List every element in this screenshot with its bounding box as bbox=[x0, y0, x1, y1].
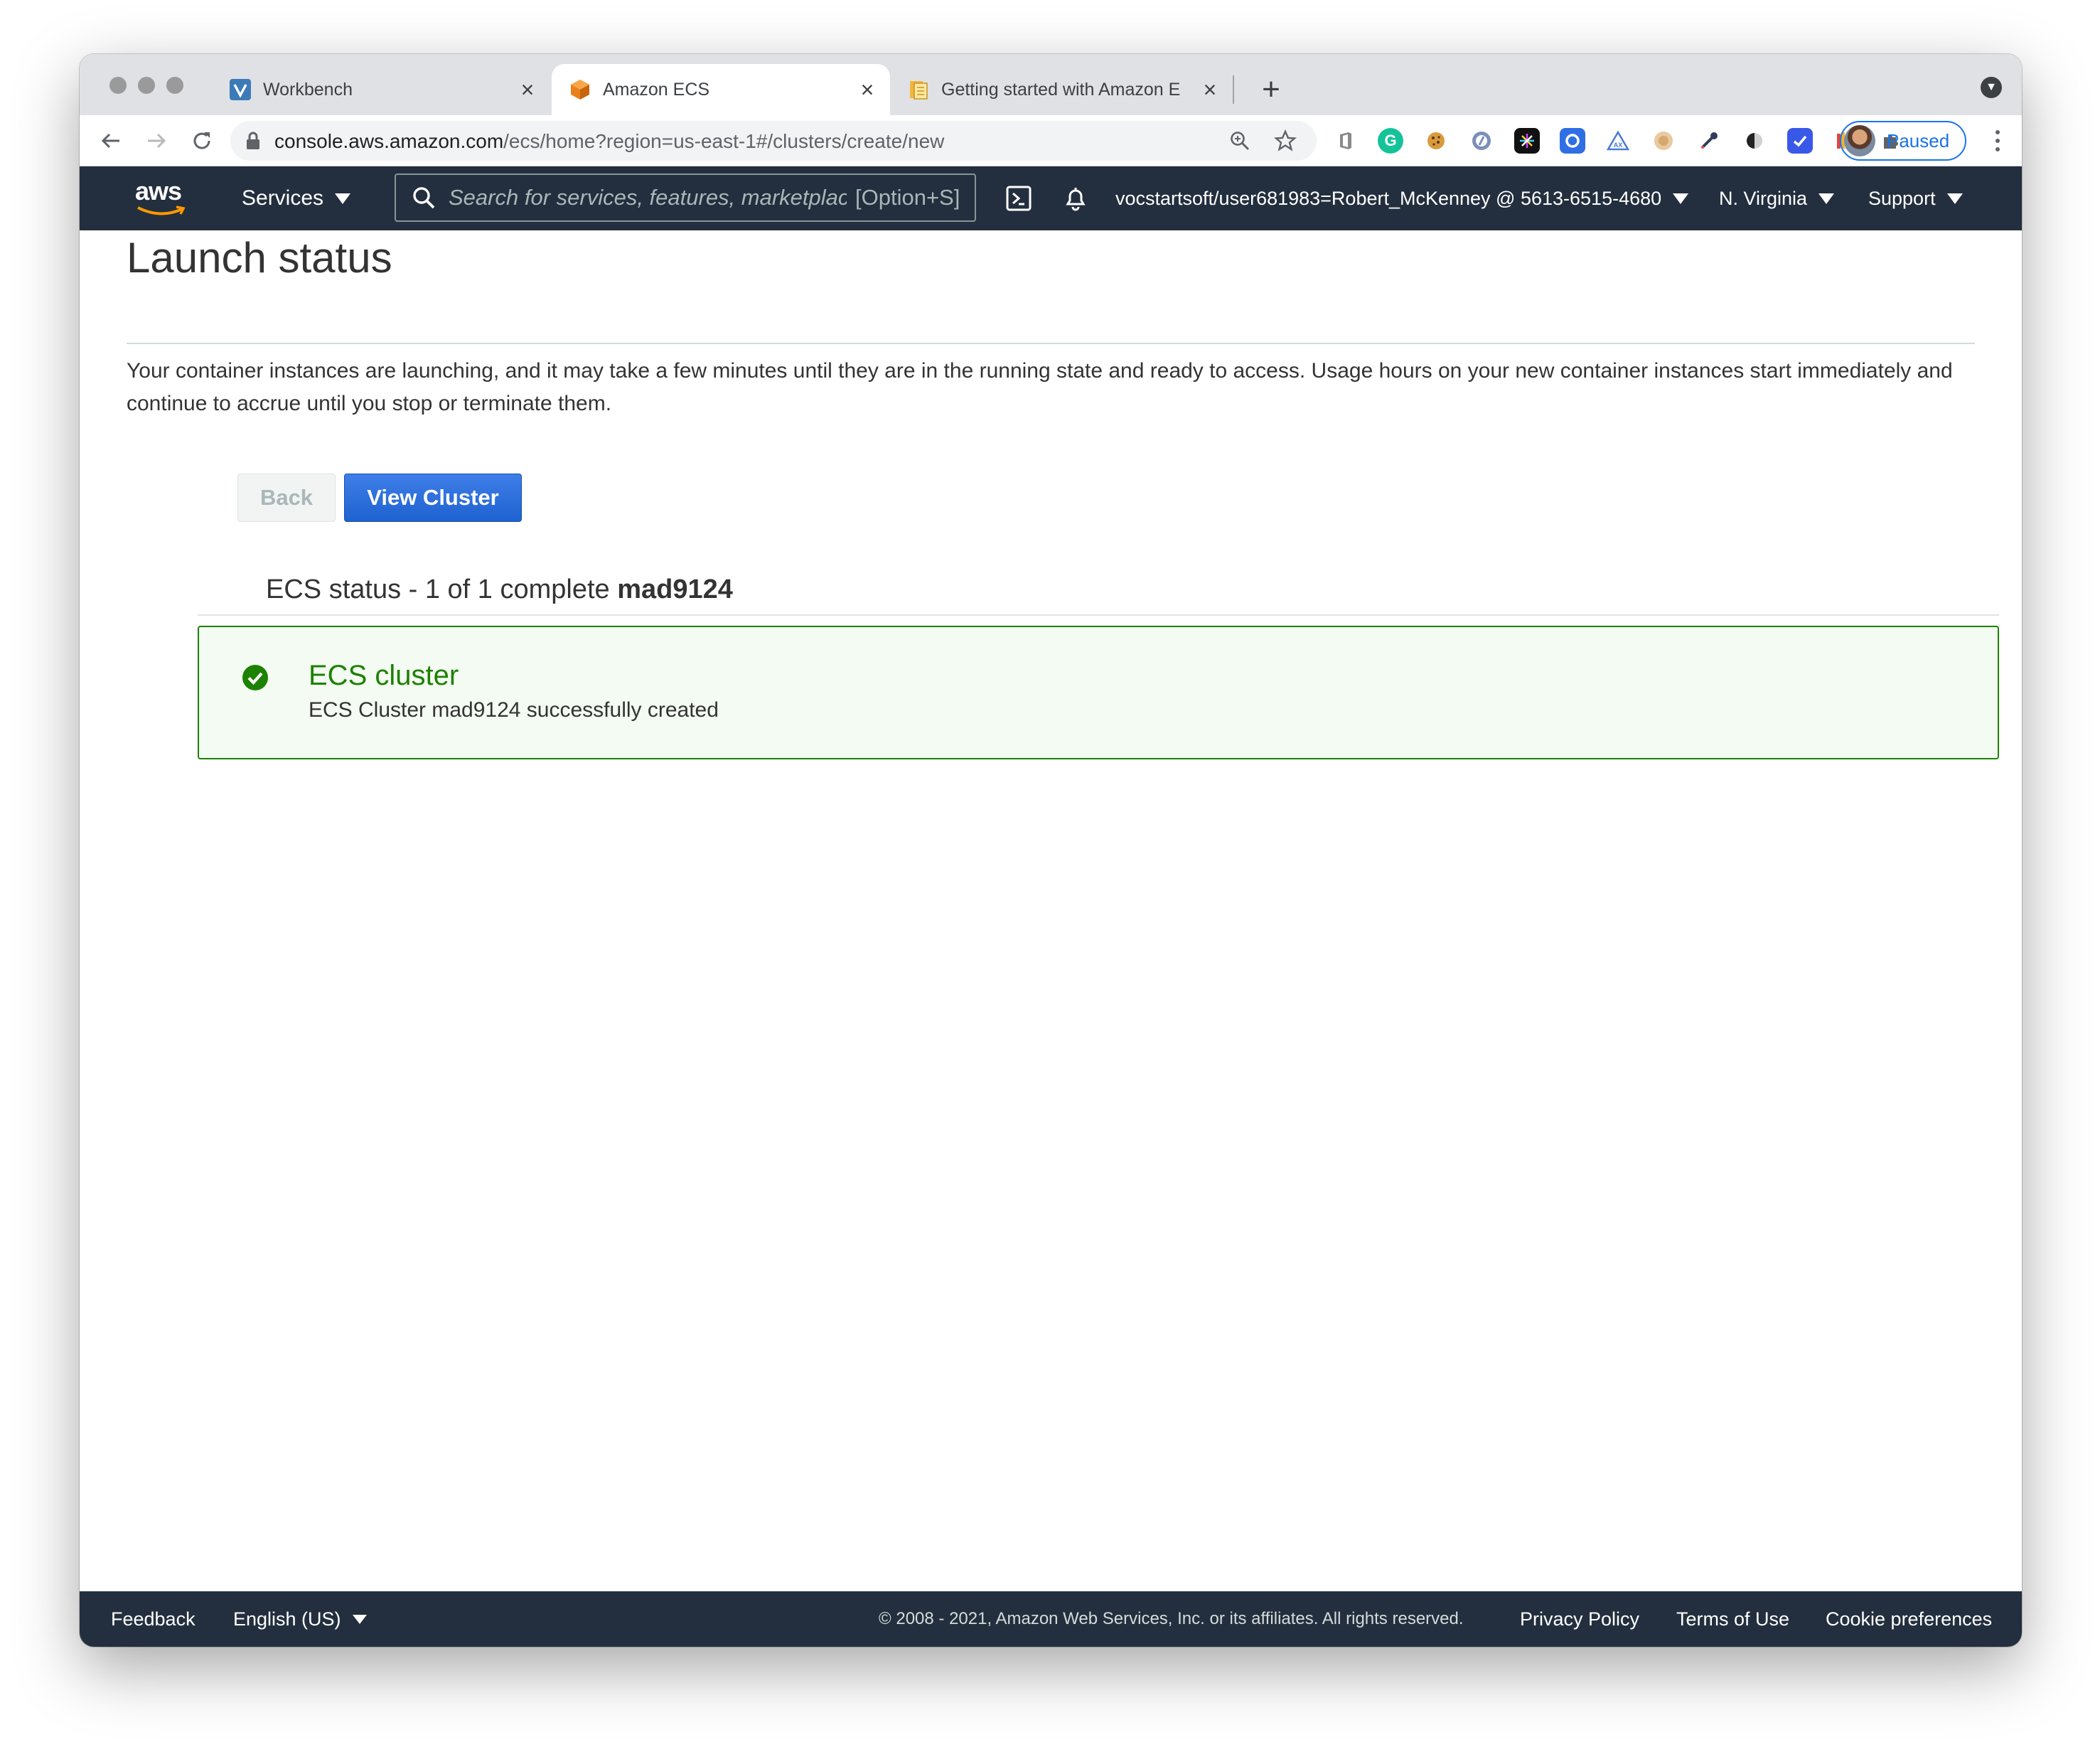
dark-mode-icon[interactable] bbox=[1742, 128, 1767, 154]
services-label: Services bbox=[242, 186, 324, 210]
terms-of-use-link[interactable]: Terms of Use bbox=[1676, 1591, 1789, 1647]
aws-cube-icon bbox=[569, 78, 591, 101]
privacy-policy-link[interactable]: Privacy Policy bbox=[1520, 1591, 1639, 1647]
tab-strip: Workbench × Amazon ECS × Getting started… bbox=[80, 54, 2022, 115]
support-label: Support bbox=[1868, 187, 1936, 209]
caret-down-icon bbox=[335, 193, 351, 204]
status-item-title: ECS cluster bbox=[309, 660, 459, 691]
search-shortcut-hint: [Option+S] bbox=[855, 185, 960, 210]
url-text: console.aws.amazon.com/ecs/home?region=u… bbox=[274, 130, 944, 153]
eyedropper-icon[interactable] bbox=[1696, 128, 1722, 154]
region-label: N. Virginia bbox=[1719, 187, 1808, 209]
ecs-status-heading: ECS status - 1 of 1 complete mad9124 bbox=[266, 575, 733, 605]
aws-logo-text: aws bbox=[135, 176, 182, 205]
back-arrow-icon[interactable] bbox=[94, 124, 128, 158]
status-divider bbox=[198, 614, 1999, 616]
address-bar[interactable]: console.aws.amazon.com/ecs/home?region=u… bbox=[230, 121, 1317, 161]
support-menu[interactable]: Support bbox=[1868, 166, 1963, 230]
office-extension-icon[interactable] bbox=[1332, 128, 1358, 154]
browser-menu-icon[interactable] bbox=[1983, 122, 2012, 159]
close-icon[interactable]: × bbox=[1197, 77, 1223, 102]
browser-toolbar: console.aws.amazon.com/ecs/home?region=u… bbox=[80, 115, 2022, 166]
triangle-extension-icon[interactable]: AX bbox=[1605, 128, 1631, 154]
cookie-icon[interactable] bbox=[1423, 128, 1449, 154]
square-extension-icon[interactable] bbox=[1560, 128, 1585, 154]
circle-extension-icon[interactable] bbox=[1469, 128, 1494, 154]
zoom-window-button[interactable] bbox=[166, 77, 183, 94]
tab-amazon-ecs[interactable]: Amazon ECS × bbox=[552, 64, 890, 115]
account-menu[interactable]: vocstartsoft/user681983=Robert_McKenney … bbox=[1115, 166, 1689, 230]
url-host: console.aws.amazon.com bbox=[274, 130, 504, 152]
notifications-bell-icon[interactable] bbox=[1059, 182, 1092, 215]
view-cluster-button[interactable]: View Cluster bbox=[344, 474, 522, 522]
tab-label: Amazon ECS bbox=[603, 79, 710, 100]
cloudshell-icon[interactable] bbox=[1002, 182, 1035, 215]
back-button[interactable]: Back bbox=[237, 474, 336, 522]
svg-text:AX: AX bbox=[1614, 141, 1623, 149]
avatar bbox=[1844, 125, 1875, 156]
caret-down-icon bbox=[352, 1614, 367, 1624]
tab-divider bbox=[1233, 75, 1234, 104]
forward-arrow-icon[interactable] bbox=[139, 124, 173, 158]
checkmark-extension-icon[interactable] bbox=[1787, 128, 1813, 154]
lock-icon bbox=[245, 131, 264, 151]
reload-icon[interactable] bbox=[185, 124, 219, 158]
cluster-name: mad9124 bbox=[617, 575, 733, 604]
tab-label: Getting started with Amazon E bbox=[941, 79, 1181, 100]
title-divider bbox=[127, 343, 1975, 344]
profile-button[interactable]: Paused bbox=[1840, 121, 1966, 161]
close-icon[interactable]: × bbox=[855, 77, 880, 102]
status-heading-text: ECS status - 1 of 1 complete bbox=[266, 575, 610, 604]
minimize-window-button[interactable] bbox=[138, 77, 155, 94]
bookmark-star-icon[interactable] bbox=[1273, 128, 1298, 154]
caret-down-icon bbox=[1946, 193, 1963, 204]
search-icon bbox=[413, 187, 435, 209]
tab-search-icon[interactable]: ▼ bbox=[1981, 77, 2002, 98]
tab-workbench[interactable]: Workbench × bbox=[212, 64, 550, 115]
browser-window: Workbench × Amazon ECS × Getting started… bbox=[80, 54, 2022, 1647]
language-label: English (US) bbox=[233, 1608, 341, 1630]
url-path: /ecs/home?region=us-east-1#/clusters/cre… bbox=[503, 130, 945, 152]
new-tab-button[interactable]: + bbox=[1253, 71, 1290, 108]
sparkle-extension-icon[interactable] bbox=[1514, 128, 1540, 154]
caret-down-icon bbox=[1673, 193, 1689, 204]
page-title: Launch status bbox=[127, 234, 392, 282]
aws-footer: Feedback English (US) © 2008 - 2021, Ama… bbox=[80, 1591, 2022, 1647]
search-placeholder: Search for services, features, marketpla… bbox=[449, 185, 847, 210]
language-selector[interactable]: English (US) bbox=[233, 1591, 367, 1647]
ecs-cluster-status-panel: ECS cluster ECS Cluster mad9124 successf… bbox=[198, 626, 1999, 759]
profile-status-label: Paused bbox=[1887, 129, 1950, 151]
launch-description: Your container instances are launching, … bbox=[127, 359, 1953, 415]
caret-down-icon bbox=[1818, 193, 1835, 204]
aws-search-input[interactable]: Search for services, features, marketpla… bbox=[395, 173, 976, 222]
aws-logo[interactable]: aws bbox=[135, 176, 189, 219]
account-label: vocstartsoft/user681983=Robert_McKenney … bbox=[1115, 187, 1662, 209]
feedback-link[interactable]: Feedback bbox=[111, 1591, 195, 1647]
docs-book-icon bbox=[907, 78, 930, 101]
close-window-button[interactable] bbox=[109, 77, 127, 94]
close-icon[interactable]: × bbox=[515, 77, 540, 102]
copyright-text: © 2008 - 2021, Amazon Web Services, Inc.… bbox=[879, 1609, 1464, 1628]
status-item-message: ECS Cluster mad9124 successfully created bbox=[309, 698, 719, 722]
region-menu[interactable]: N. Virginia bbox=[1719, 166, 1835, 230]
aws-smile-icon bbox=[137, 205, 186, 215]
aws-top-nav: aws Services Search for services, featur… bbox=[80, 166, 2022, 230]
tab-getting-started[interactable]: Getting started with Amazon E × bbox=[890, 64, 1233, 115]
zoom-magnifier-icon[interactable] bbox=[1227, 128, 1253, 154]
success-check-icon bbox=[242, 665, 268, 690]
tab-label: Workbench bbox=[263, 79, 353, 100]
services-menu[interactable]: Services bbox=[242, 166, 351, 230]
vocareum-v-icon bbox=[229, 78, 252, 101]
grammarly-icon[interactable]: G bbox=[1378, 128, 1403, 154]
cookie-preferences-link[interactable]: Cookie preferences bbox=[1826, 1591, 1992, 1647]
round-extension-icon[interactable] bbox=[1651, 128, 1676, 154]
